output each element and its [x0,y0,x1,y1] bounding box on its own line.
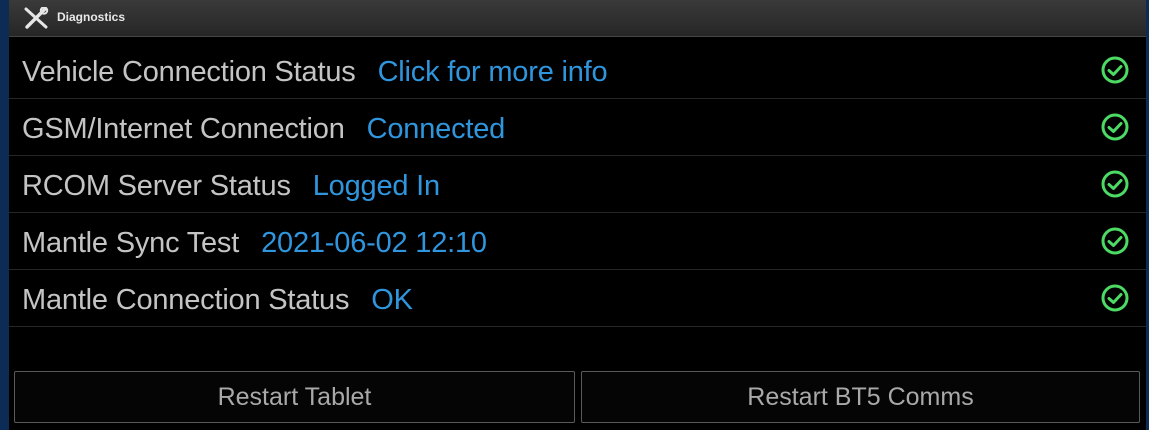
row-label: Vehicle Connection Status [22,56,356,88]
status-row-vehicle-connection: Vehicle Connection Status Click for more … [9,42,1146,99]
diagnostics-window: Diagnostics Vehicle Connection Status Cli… [9,0,1146,430]
check-circle-icon [1101,170,1129,198]
row-value: Logged In [312,170,440,202]
check-circle-icon [1101,227,1129,255]
row-label: Mantle Sync Test [22,227,240,259]
status-row-gsm-internet: GSM/Internet Connection Connected [9,99,1146,156]
row-value: 2021-06-02 12:10 [261,227,487,259]
check-circle-icon [1101,113,1129,141]
row-label: Mantle Connection Status [22,284,350,316]
status-row-mantle-sync: Mantle Sync Test 2021-06-02 12:10 [9,213,1146,270]
window-title: Diagnostics [57,10,126,24]
restart-bt5-comms-button[interactable]: Restart BT5 Comms [581,371,1140,423]
row-value: Connected [366,113,506,145]
status-row-mantle-connection: Mantle Connection Status OK [9,270,1146,327]
row-label: RCOM Server Status [22,170,291,202]
more-info-link[interactable]: Click for more info [378,56,608,88]
title-bar: Diagnostics [9,0,1146,37]
wrench-screwdriver-icon [24,7,49,29]
row-label: GSM/Internet Connection [22,113,345,145]
check-circle-icon [1101,56,1129,84]
status-row-rcom-server: RCOM Server Status Logged In [9,156,1146,213]
check-circle-icon [1101,284,1129,312]
row-value: OK [371,284,413,316]
restart-tablet-button[interactable]: Restart Tablet [14,371,575,423]
